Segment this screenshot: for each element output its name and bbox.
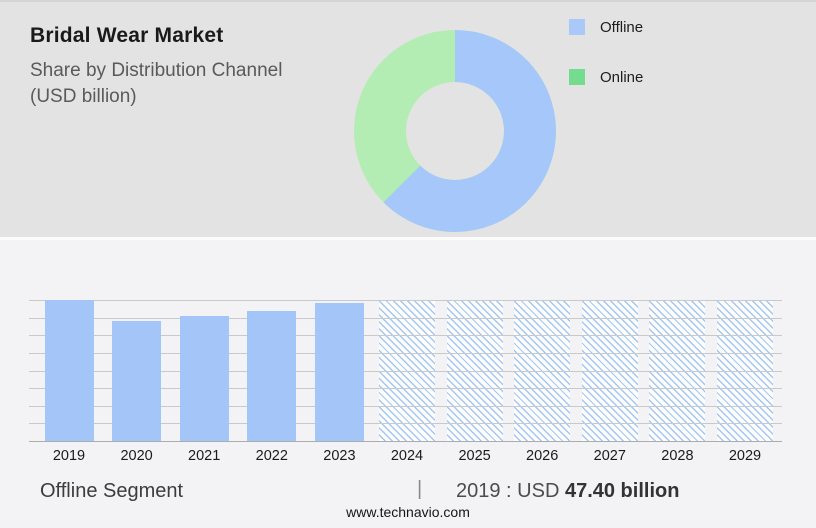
x-axis-label-2020: 2020 bbox=[120, 448, 153, 464]
header: Bridal Wear Market Share by Distribution… bbox=[30, 24, 330, 109]
x-axis-label-2021: 2021 bbox=[188, 448, 221, 464]
bar-2022 bbox=[247, 310, 297, 441]
footer-separator: | bbox=[417, 478, 423, 500]
legend-swatch-offline bbox=[569, 19, 585, 35]
gridline bbox=[29, 300, 782, 301]
legend-label: Offline bbox=[600, 18, 644, 36]
stat-value: 47.40 billion bbox=[564, 480, 680, 502]
donut-panel: Bridal Wear Market Share by Distribution… bbox=[0, 0, 816, 237]
footer-row: Offline Segment | 2019 : USD 47.40 billi… bbox=[0, 478, 816, 504]
page-title: Bridal Wear Market bbox=[30, 24, 224, 47]
donut-chart-svg bbox=[354, 30, 556, 232]
x-axis-label-2023: 2023 bbox=[323, 448, 356, 464]
chart-legend: Offline Online bbox=[569, 18, 643, 118]
bar-panel: 2019 2020 2021 2022 2023 2024 2025 2026 2027 2028… bbox=[0, 240, 816, 528]
gridline bbox=[29, 317, 782, 319]
x-axis-label-2029: 2029 bbox=[728, 448, 762, 464]
x-axis-label-2024: 2024 bbox=[390, 448, 424, 464]
stat-prefix: 2019 : USD bbox=[456, 480, 565, 502]
website-url: www.technavio.com bbox=[346, 504, 470, 520]
bar-2021 bbox=[179, 315, 229, 441]
x-axis-label-2026: 2026 bbox=[526, 448, 559, 464]
x-axis-label-2028: 2028 bbox=[661, 448, 694, 464]
x-axis-label-2019: 2019 bbox=[52, 448, 86, 464]
legend-item-offline: Offline bbox=[569, 18, 643, 36]
x-axis-label-2027: 2027 bbox=[593, 448, 626, 464]
donut-chart bbox=[354, 30, 556, 232]
bar-2020 bbox=[112, 320, 162, 441]
segment-label: Offline Segment bbox=[40, 480, 184, 502]
page-subtitle: Share by Distribution Channel (USD billi… bbox=[30, 60, 283, 107]
x-axis-label-2022: 2022 bbox=[255, 448, 288, 464]
bar-2023 bbox=[314, 303, 364, 441]
x-axis-label-2025: 2025 bbox=[458, 448, 491, 464]
stat-text: 2019 : USD 47.40 billion bbox=[456, 480, 679, 503]
legend-label: Online bbox=[600, 68, 644, 86]
bar-chart: 2019 2020 2021 2022 2023 2024 2025 2026 2027 2028… bbox=[29, 300, 782, 464]
legend-item-online: Online bbox=[569, 68, 643, 86]
legend-swatch-online bbox=[569, 69, 585, 85]
bar-2019 bbox=[44, 300, 94, 441]
infographic-canvas: Bridal Wear Market Share by Distribution… bbox=[0, 0, 816, 528]
